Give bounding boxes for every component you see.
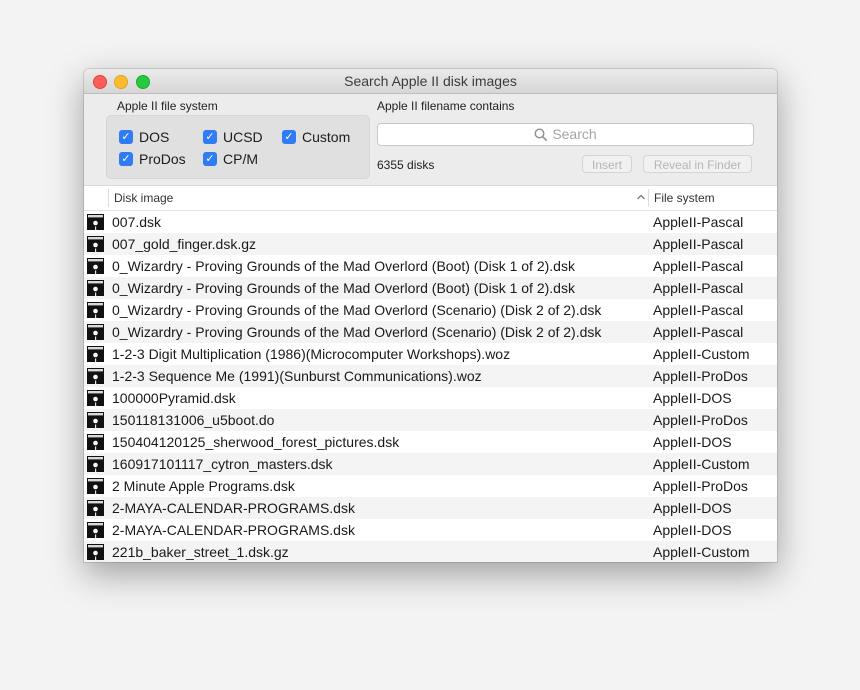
table-row[interactable]: 2 Minute Apple Programs.dsk AppleII-ProD… — [84, 475, 777, 497]
disk-count: 6355 disks — [377, 158, 435, 172]
floppy-disk-icon — [87, 280, 104, 296]
checkbox-custom-label: Custom — [302, 129, 351, 145]
file-system-value: AppleII-Pascal — [653, 258, 744, 274]
checkmark-icon[interactable]: ✓ — [203, 130, 217, 144]
disk-list[interactable]: 007.dsk AppleII-Pascal 007_gold_finger.d… — [84, 211, 777, 562]
disk-image-name: 2-MAYA-CALENDAR-PROGRAMS.dsk — [112, 500, 355, 516]
file-system-value: AppleII-DOS — [653, 434, 732, 450]
search-toolbar: Apple II file system ✓ DOS ✓ UCSD ✓ Cust… — [84, 94, 777, 186]
floppy-disk-icon — [87, 258, 104, 274]
column-divider[interactable] — [108, 189, 109, 207]
file-system-value: AppleII-DOS — [653, 522, 732, 538]
filename-label: Apple II filename contains — [377, 99, 515, 113]
disk-image-name: 100000Pyramid.dsk — [112, 390, 236, 406]
file-system-group: ✓ DOS ✓ UCSD ✓ Custom ✓ ProDos ✓ CP/M — [106, 115, 370, 179]
floppy-disk-icon — [87, 478, 104, 494]
window-title: Search Apple II disk images — [344, 73, 517, 89]
column-header-file-system[interactable]: File system — [654, 191, 715, 205]
title-bar[interactable]: Search Apple II disk images — [84, 69, 777, 94]
table-row[interactable]: 100000Pyramid.dsk AppleII-DOS — [84, 387, 777, 409]
floppy-disk-icon — [87, 456, 104, 472]
disk-image-name: 221b_baker_street_1.dsk.gz — [112, 544, 289, 560]
table-row[interactable]: 1-2-3 Sequence Me (1991)(Sunburst Commun… — [84, 365, 777, 387]
disk-image-name: 0_Wizardry - Proving Grounds of the Mad … — [112, 258, 575, 274]
checkbox-custom[interactable]: ✓ Custom — [282, 129, 350, 145]
checkmark-icon[interactable]: ✓ — [119, 152, 133, 166]
floppy-disk-icon — [87, 500, 104, 516]
checkbox-dos-label: DOS — [139, 129, 170, 145]
table-row[interactable]: 150404120125_sherwood_forest_pictures.ds… — [84, 431, 777, 453]
file-system-label: Apple II file system — [117, 99, 218, 113]
floppy-disk-icon — [87, 522, 104, 538]
table-row[interactable]: 2-MAYA-CALENDAR-PROGRAMS.dsk AppleII-DOS — [84, 519, 777, 541]
floppy-disk-icon — [87, 544, 104, 560]
column-header-disk-image[interactable]: Disk image — [114, 191, 173, 205]
floppy-disk-icon — [87, 346, 104, 362]
search-icon — [534, 128, 548, 141]
floppy-disk-icon — [87, 324, 104, 340]
table-row[interactable]: 2-MAYA-CALENDAR-PROGRAMS.dsk AppleII-DOS — [84, 497, 777, 519]
disk-image-name: 0_Wizardry - Proving Grounds of the Mad … — [112, 302, 602, 318]
table-header: Disk image File system — [84, 186, 777, 211]
search-window: Search Apple II disk images Apple II fil… — [84, 69, 777, 562]
file-system-value: AppleII-DOS — [653, 500, 732, 516]
file-system-value: AppleII-Pascal — [653, 280, 744, 296]
checkbox-ucsd-label: UCSD — [223, 129, 263, 145]
table-row[interactable]: 0_Wizardry - Proving Grounds of the Mad … — [84, 255, 777, 277]
disk-image-name: 150118131006_u5boot.do — [112, 412, 275, 428]
checkmark-icon[interactable]: ✓ — [119, 130, 133, 144]
table-row[interactable]: 221b_baker_street_1.dsk.gz AppleII-Custo… — [84, 541, 777, 562]
disk-image-name: 2-MAYA-CALENDAR-PROGRAMS.dsk — [112, 522, 355, 538]
disk-image-name: 1-2-3 Sequence Me (1991)(Sunburst Commun… — [112, 368, 482, 384]
table-row[interactable]: 0_Wizardry - Proving Grounds of the Mad … — [84, 299, 777, 321]
file-system-value: AppleII-Pascal — [653, 302, 744, 318]
floppy-disk-icon — [87, 412, 104, 428]
search-input[interactable]: Search — [377, 123, 754, 146]
file-system-value: AppleII-Pascal — [653, 324, 744, 340]
file-system-value: AppleII-Custom — [653, 456, 750, 472]
floppy-disk-icon — [87, 434, 104, 450]
checkmark-icon[interactable]: ✓ — [203, 152, 217, 166]
disk-image-name: 1-2-3 Digit Multiplication (1986)(Microc… — [112, 346, 511, 362]
chevron-up-icon[interactable] — [636, 192, 646, 202]
column-divider[interactable] — [648, 189, 649, 207]
disk-image-name: 160917101117_cytron_masters.dsk — [112, 456, 333, 472]
floppy-disk-icon — [87, 214, 104, 230]
table-row[interactable]: 1-2-3 Digit Multiplication (1986)(Microc… — [84, 343, 777, 365]
floppy-disk-icon — [87, 236, 104, 252]
checkbox-ucsd[interactable]: ✓ UCSD — [203, 129, 263, 145]
disk-image-name: 007.dsk — [112, 214, 162, 230]
file-system-value: AppleII-DOS — [653, 390, 732, 406]
table-row[interactable]: 150118131006_u5boot.do AppleII-ProDos — [84, 409, 777, 431]
checkbox-prodos[interactable]: ✓ ProDos — [119, 151, 186, 167]
search-placeholder: Search — [552, 126, 597, 142]
checkbox-prodos-label: ProDos — [139, 151, 186, 167]
floppy-disk-icon — [87, 368, 104, 384]
reveal-in-finder-button[interactable]: Reveal in Finder — [643, 155, 752, 173]
checkbox-cpm-label: CP/M — [223, 151, 258, 167]
checkbox-dos[interactable]: ✓ DOS — [119, 129, 169, 145]
file-system-value: AppleII-Pascal — [653, 214, 744, 230]
table-row[interactable]: 0_Wizardry - Proving Grounds of the Mad … — [84, 277, 777, 299]
floppy-disk-icon — [87, 302, 104, 318]
insert-button[interactable]: Insert — [582, 155, 632, 173]
file-system-value: AppleII-Custom — [653, 346, 750, 362]
checkbox-cpm[interactable]: ✓ CP/M — [203, 151, 258, 167]
file-system-value: AppleII-ProDos — [653, 478, 748, 494]
table-row[interactable]: 007_gold_finger.dsk.gz AppleII-Pascal — [84, 233, 777, 255]
checkmark-icon[interactable]: ✓ — [282, 130, 296, 144]
disk-image-name: 0_Wizardry - Proving Grounds of the Mad … — [112, 324, 602, 340]
table-row[interactable]: 160917101117_cytron_masters.dsk AppleII-… — [84, 453, 777, 475]
file-system-value: AppleII-Custom — [653, 544, 750, 560]
disk-image-name: 007_gold_finger.dsk.gz — [112, 236, 256, 252]
disk-image-name: 0_Wizardry - Proving Grounds of the Mad … — [112, 280, 575, 296]
floppy-disk-icon — [87, 390, 104, 406]
disk-image-name: 2 Minute Apple Programs.dsk — [112, 478, 295, 494]
file-system-value: AppleII-ProDos — [653, 368, 748, 384]
disk-image-name: 150404120125_sherwood_forest_pictures.ds… — [112, 434, 400, 450]
table-row[interactable]: 007.dsk AppleII-Pascal — [84, 211, 777, 233]
file-system-value: AppleII-Pascal — [653, 236, 744, 252]
table-row[interactable]: 0_Wizardry - Proving Grounds of the Mad … — [84, 321, 777, 343]
file-system-value: AppleII-ProDos — [653, 412, 748, 428]
